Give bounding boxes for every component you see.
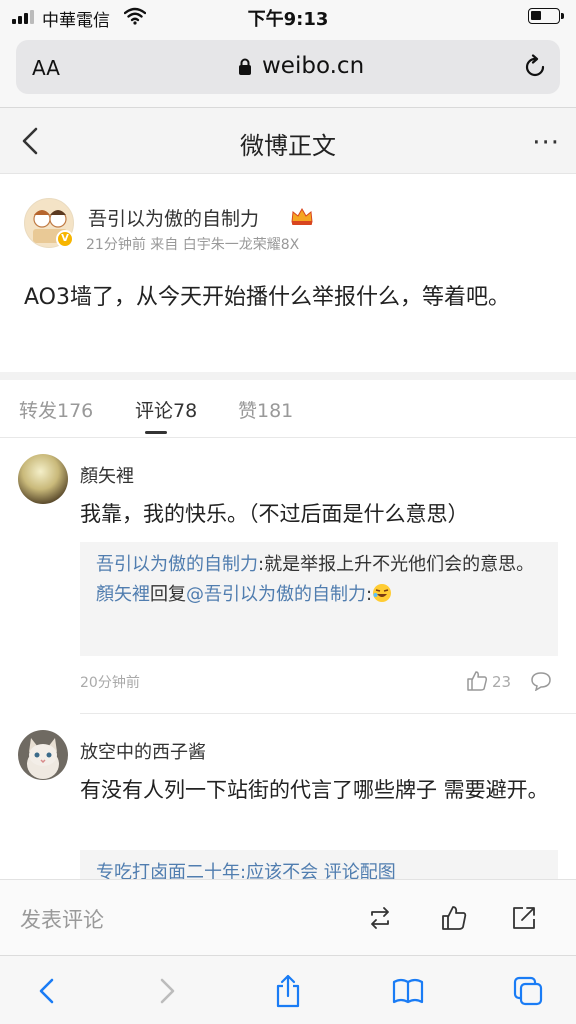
post-content: AO3墙了，从今天开始播什么举报什么，等着吧。 <box>24 285 510 310</box>
page-title: 微博正文 <box>240 132 336 160</box>
reply-thread[interactable]: 吾引以为傲的自制力:就是举报上升不光他们会的意思。 顏矢裡回复@吾引以为傲的自制… <box>80 542 558 656</box>
commenter-avatar[interactable] <box>18 730 68 780</box>
comment-text: 我靠，我的快乐。（不过后面是什么意思） <box>80 502 469 526</box>
commenter-name[interactable]: 放空中的西子酱 <box>80 738 206 764</box>
tabs-icon[interactable] <box>512 974 544 1008</box>
lock-icon <box>239 58 251 75</box>
commenter-name[interactable]: 顏矢裡 <box>80 462 134 488</box>
url-domain[interactable]: weibo.cn <box>262 53 364 79</box>
reply-thread[interactable]: 专吃打卤面二十年:应该不会 评论配图 <box>80 850 558 880</box>
comment-text: 有没有人列一下站街的代言了哪些牌子 需要避开。 <box>80 778 549 802</box>
reply-bubble-icon[interactable] <box>530 671 552 691</box>
comment-input-bar: 发表评论 <box>0 879 576 955</box>
text-size-button[interactable]: AA <box>32 56 60 80</box>
clock: 下午9:13 <box>247 9 329 30</box>
post-meta: 21分钟前 来自 白宇朱一龙荣耀8X <box>86 237 300 253</box>
laughing-emoji-icon <box>373 584 392 602</box>
more-options-button[interactable]: ··· <box>532 128 560 158</box>
share-icon[interactable] <box>510 904 538 932</box>
address-bar[interactable]: AA weibo.cn <box>16 40 560 94</box>
browser-address-area: AA weibo.cn <box>0 34 576 108</box>
browser-back-icon[interactable] <box>32 974 64 1008</box>
reply-author[interactable]: 吾引以为傲的自制力 <box>96 554 258 575</box>
reply-author[interactable]: 顏矢裡 <box>96 584 150 605</box>
reply-mention[interactable]: @吾引以为傲的自制力 <box>186 584 366 605</box>
comment-item: 顏矢裡 我靠，我的快乐。（不过后面是什么意思） 吾引以为傲的自制力:就是举报上升… <box>0 438 576 714</box>
browser-forward-icon[interactable] <box>150 974 182 1008</box>
tab-likes[interactable]: 赞181 <box>238 396 293 423</box>
browser-share-icon[interactable] <box>272 974 304 1008</box>
reply-preview[interactable]: 专吃打卤面二十年:应该不会 评论配图 <box>96 862 396 880</box>
repost-icon[interactable] <box>366 904 394 932</box>
like-icon[interactable] <box>440 904 468 932</box>
reload-icon[interactable] <box>522 54 548 80</box>
post-author-name[interactable]: 吾引以为傲的自制力 <box>88 204 259 231</box>
comment-item: 放空中的西子酱 有没有人列一下站街的代言了哪些牌子 需要避开。 专吃打卤面二十年… <box>0 714 576 880</box>
active-tab-indicator <box>145 431 167 434</box>
comment-time: 20分钟前 <box>80 675 140 691</box>
status-bar: 中華電信 下午9:13 <box>0 0 576 34</box>
commenter-avatar[interactable] <box>18 454 68 504</box>
weibo-post: V 吾引以为傲的自制力 21分钟前 来自 白宇朱一龙荣耀8X AO3墙了，从今天… <box>0 174 576 372</box>
tab-reposts[interactable]: 转发176 <box>19 396 93 423</box>
battery-icon <box>528 8 564 24</box>
like-count: 23 <box>492 673 512 691</box>
crown-vip-icon <box>291 207 313 225</box>
browser-toolbar <box>0 955 576 1024</box>
thumbs-up-icon[interactable] <box>466 670 488 692</box>
bookmarks-book-icon[interactable] <box>392 974 424 1008</box>
post-tabs: 转发176 评论78 赞181 <box>0 380 576 438</box>
tab-comments[interactable]: 评论78 <box>135 396 197 423</box>
verified-badge-icon: V <box>56 230 74 248</box>
reply-text: :就是举报上升不光他们会的意思。 <box>258 554 535 575</box>
section-divider <box>0 372 576 380</box>
page-header: 微博正文 ··· <box>0 108 576 174</box>
reply-verb: 回复 <box>150 584 186 605</box>
comment-input[interactable]: 发表评论 <box>20 904 104 934</box>
